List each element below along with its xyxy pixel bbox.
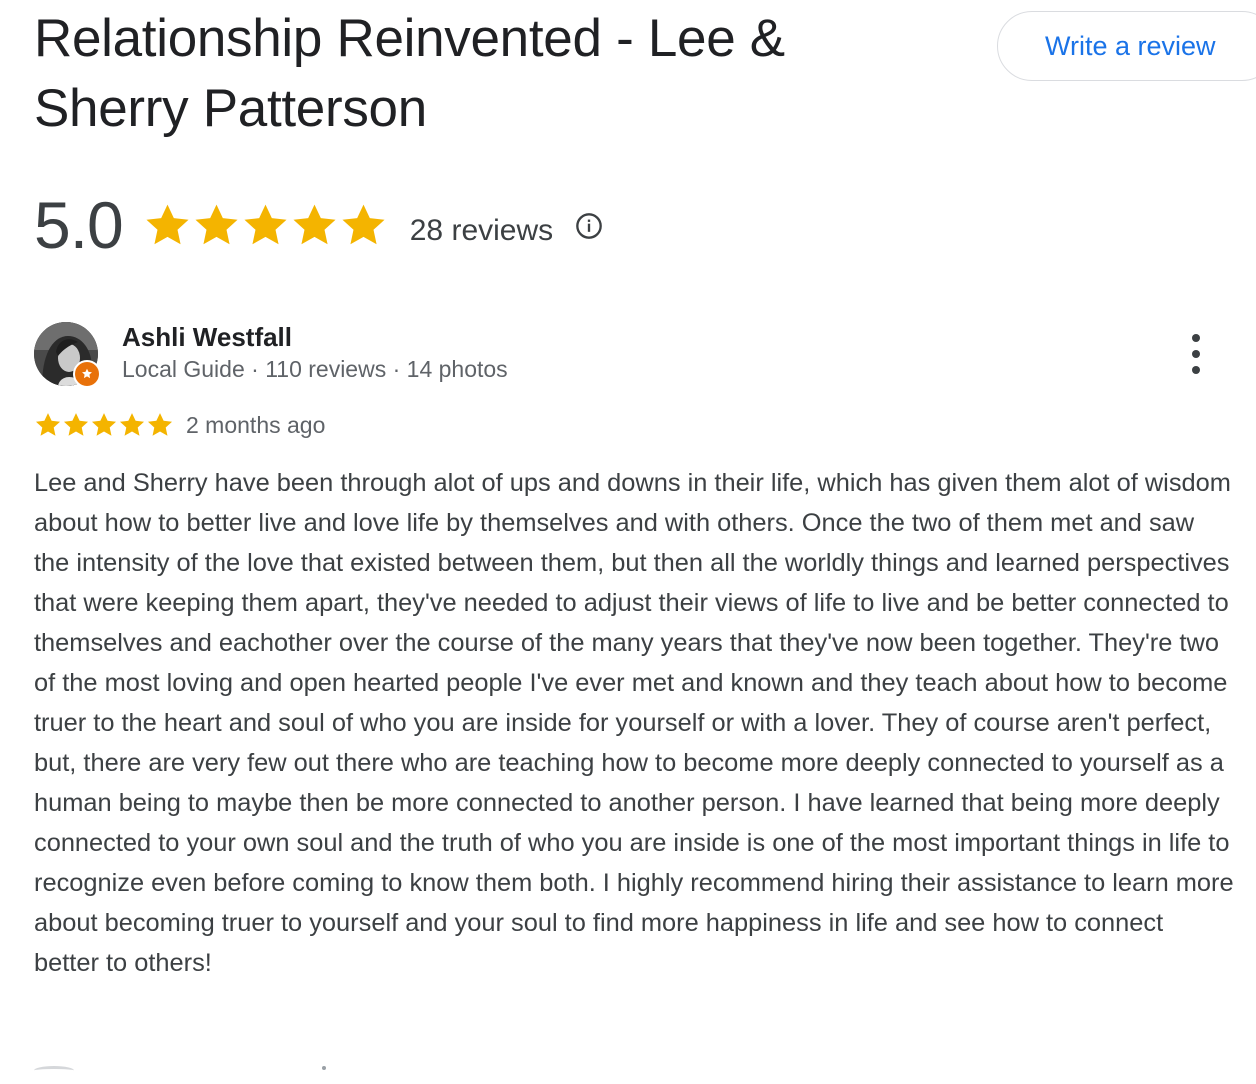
- star-icon: [290, 201, 339, 250]
- star-icon: [241, 201, 290, 250]
- star-icon: [143, 201, 192, 250]
- reviews-count-link[interactable]: 28 reviews: [410, 214, 553, 248]
- review-date: 2 months ago: [186, 411, 326, 438]
- star-icon: [192, 201, 241, 250]
- review-stars: [34, 411, 174, 439]
- star-icon: [146, 411, 174, 439]
- local-guide-badge-icon: [73, 360, 101, 388]
- review-rating-row: 2 months ago: [34, 408, 325, 442]
- info-icon[interactable]: [575, 212, 603, 240]
- next-review-avatar-edge: [34, 1066, 74, 1075]
- review-text: Lee and Sherry have been through alot of…: [34, 469, 1234, 977]
- star-icon: [118, 411, 146, 439]
- reviewer-name[interactable]: Ashli Westfall: [122, 322, 292, 353]
- more-vert-icon[interactable]: [1178, 334, 1214, 374]
- more-dot: [1192, 334, 1200, 342]
- rating-summary: 5.0 28 reviews: [34, 180, 603, 270]
- star-icon: [62, 411, 90, 439]
- more-dot: [1192, 350, 1200, 358]
- more-dot: [1192, 366, 1200, 374]
- next-review-meta-edge: [322, 1066, 326, 1070]
- star-icon: [90, 411, 118, 439]
- average-rating: 5.0: [34, 188, 124, 262]
- business-title: Relationship Reinvented - Lee & Sherry P…: [34, 9, 785, 138]
- write-review-button[interactable]: Write a review: [997, 11, 1256, 81]
- rating-stars: [143, 201, 388, 250]
- star-icon: [34, 411, 62, 439]
- reviewer-meta: Local Guide · 110 reviews · 14 photos: [122, 356, 508, 382]
- star-icon: [339, 201, 388, 250]
